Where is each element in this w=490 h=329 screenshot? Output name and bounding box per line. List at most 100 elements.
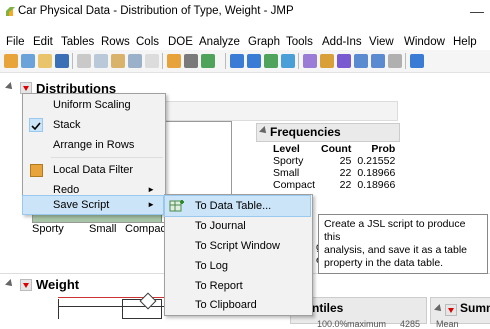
- filter-icon: [30, 164, 43, 177]
- menu-separator: [51, 157, 163, 158]
- red-triangle-menu-icon[interactable]: [20, 279, 32, 291]
- menu-doe[interactable]: DOE: [168, 36, 193, 48]
- menu-item-label: Arrange in Rows: [53, 139, 135, 151]
- window-title: Car Physical Data - Distribution of Type…: [18, 5, 294, 17]
- menu-item-label: Uniform Scaling: [53, 99, 131, 111]
- minimize-button[interactable]: —: [470, 3, 484, 19]
- menu-item-label: Save Script: [53, 199, 110, 211]
- cut-icon[interactable]: [77, 54, 91, 68]
- menu-item-uniform-scaling[interactable]: Uniform Scaling: [23, 95, 163, 115]
- submenu-item-to-data-table[interactable]: To Data Table...: [164, 195, 311, 217]
- copy-icon[interactable]: [94, 54, 108, 68]
- move-tool-icon[interactable]: [264, 54, 278, 68]
- menu-item-save-script[interactable]: Save Script ►: [22, 195, 164, 215]
- help-tool-icon[interactable]: [247, 54, 261, 68]
- scroll-tool-icon[interactable]: [281, 54, 295, 68]
- menu-item-label: To Report: [195, 280, 243, 292]
- cell-prob: 0.21552: [357, 155, 396, 167]
- layout-icon[interactable]: [145, 54, 159, 68]
- col-header-level: Level: [273, 143, 300, 155]
- toolbar-separator: [72, 53, 73, 69]
- line-tool-icon[interactable]: [388, 54, 402, 68]
- new-data-table-icon[interactable]: [4, 54, 18, 68]
- checkmark-box: [29, 118, 43, 132]
- axis-label-compact: Compact: [125, 223, 170, 235]
- annotate-icon[interactable]: [410, 54, 424, 68]
- frequencies-header: Frequencies: [256, 123, 400, 142]
- check-icon: [31, 122, 41, 131]
- submenu-item-to-clipboard[interactable]: To Clipboard: [165, 295, 310, 315]
- lasso-icon[interactable]: [303, 54, 317, 68]
- menu-cols[interactable]: Cols: [136, 36, 159, 48]
- title-bar: Car Physical Data - Distribution of Type…: [0, 0, 490, 24]
- zoom-icon[interactable]: [354, 54, 368, 68]
- menu-rows[interactable]: Rows: [101, 36, 130, 48]
- menu-view[interactable]: View: [369, 36, 394, 48]
- menu-item-label: To Clipboard: [195, 299, 257, 311]
- menu-item-label: Local Data Filter: [53, 164, 134, 176]
- submenu-item-to-script-window[interactable]: To Script Window: [165, 236, 310, 256]
- menu-tables[interactable]: Tables: [61, 36, 94, 48]
- quantile-value: 4285: [400, 319, 421, 329]
- brush-icon[interactable]: [320, 54, 334, 68]
- menu-item-arrange-in-rows[interactable]: Arrange in Rows: [23, 135, 163, 155]
- col-header-prob: Prob: [371, 143, 396, 155]
- data-table-icon[interactable]: [167, 54, 181, 68]
- red-triangle-context-menu: Uniform Scaling Stack Arrange in Rows Lo…: [22, 93, 166, 215]
- disclosure-triangle-icon[interactable]: [259, 126, 269, 136]
- axis-label-small: Small: [89, 223, 117, 235]
- quantile-level: 100.0%: [317, 319, 348, 329]
- menu-analyze[interactable]: Analyze: [199, 36, 240, 48]
- menu-file[interactable]: File: [6, 36, 25, 48]
- disclosure-triangle-icon[interactable]: [5, 279, 15, 289]
- jmp-logo-icon: [6, 7, 15, 16]
- toolbar-separator: [298, 53, 299, 69]
- menu-tools[interactable]: Tools: [286, 36, 313, 48]
- tooltip-line: Create a JSL script to produce this: [324, 218, 466, 243]
- tooltip-line: property in the data table.: [324, 257, 444, 269]
- quantiles-title: ntiles: [312, 301, 344, 315]
- red-triangle-menu-icon[interactable]: [445, 304, 457, 316]
- toolbar-separator: [162, 53, 163, 69]
- paste-icon[interactable]: [111, 54, 125, 68]
- menu-item-label: To Script Window: [195, 240, 280, 252]
- disclosure-triangle-icon[interactable]: [5, 82, 15, 92]
- arrow-tool-icon[interactable]: [230, 54, 244, 68]
- menu-window[interactable]: Window: [404, 36, 445, 48]
- table-row: Sporty 25 0.21552: [270, 155, 398, 167]
- submenu-item-to-journal[interactable]: To Journal: [165, 216, 310, 236]
- menu-graph[interactable]: Graph: [248, 36, 280, 48]
- cell-prob: 0.18966: [357, 167, 396, 179]
- new-script-icon[interactable]: [21, 54, 35, 68]
- cell-count: 22: [339, 167, 352, 179]
- graph-builder-icon[interactable]: [201, 54, 215, 68]
- selection-icon[interactable]: [337, 54, 351, 68]
- add-table-icon: [169, 200, 184, 212]
- menu-help[interactable]: Help: [453, 36, 477, 48]
- menu-item-label: Stack: [53, 119, 81, 131]
- menu-edit[interactable]: Edit: [33, 36, 53, 48]
- axis-label-sporty: Sporty: [32, 223, 64, 235]
- submenu-item-to-report[interactable]: To Report: [165, 276, 310, 296]
- menu-item-stack[interactable]: Stack: [23, 115, 163, 135]
- menu-item-label: To Journal: [195, 220, 246, 232]
- distribution-icon[interactable]: [184, 54, 198, 68]
- cell-count: 22: [339, 179, 352, 191]
- menu-bar: File Edit Tables Rows Cols DOE Analyze G…: [0, 33, 490, 50]
- frequencies-table: Level Count Prob Sporty 25 0.21552 Small…: [270, 143, 398, 191]
- disclosure-triangle-icon[interactable]: [434, 304, 444, 314]
- journal-icon[interactable]: [128, 54, 142, 68]
- menu-add-ins[interactable]: Add-Ins: [322, 36, 362, 48]
- tooltip-line: analysis, and save it as a table: [324, 244, 468, 256]
- summary-title: Summ: [460, 301, 490, 315]
- cell-level: Sporty: [273, 155, 304, 167]
- whisker-cap: [58, 299, 59, 319]
- menu-item-label: To Log: [195, 260, 229, 272]
- save-icon[interactable]: [55, 54, 69, 68]
- menu-item-local-data-filter[interactable]: Local Data Filter: [23, 160, 163, 180]
- open-folder-icon[interactable]: [38, 54, 52, 68]
- crosshair-icon[interactable]: [371, 54, 385, 68]
- toolbar: [0, 50, 490, 73]
- cell-prob: 0.18966: [357, 179, 396, 191]
- submenu-item-to-log[interactable]: To Log: [165, 256, 310, 276]
